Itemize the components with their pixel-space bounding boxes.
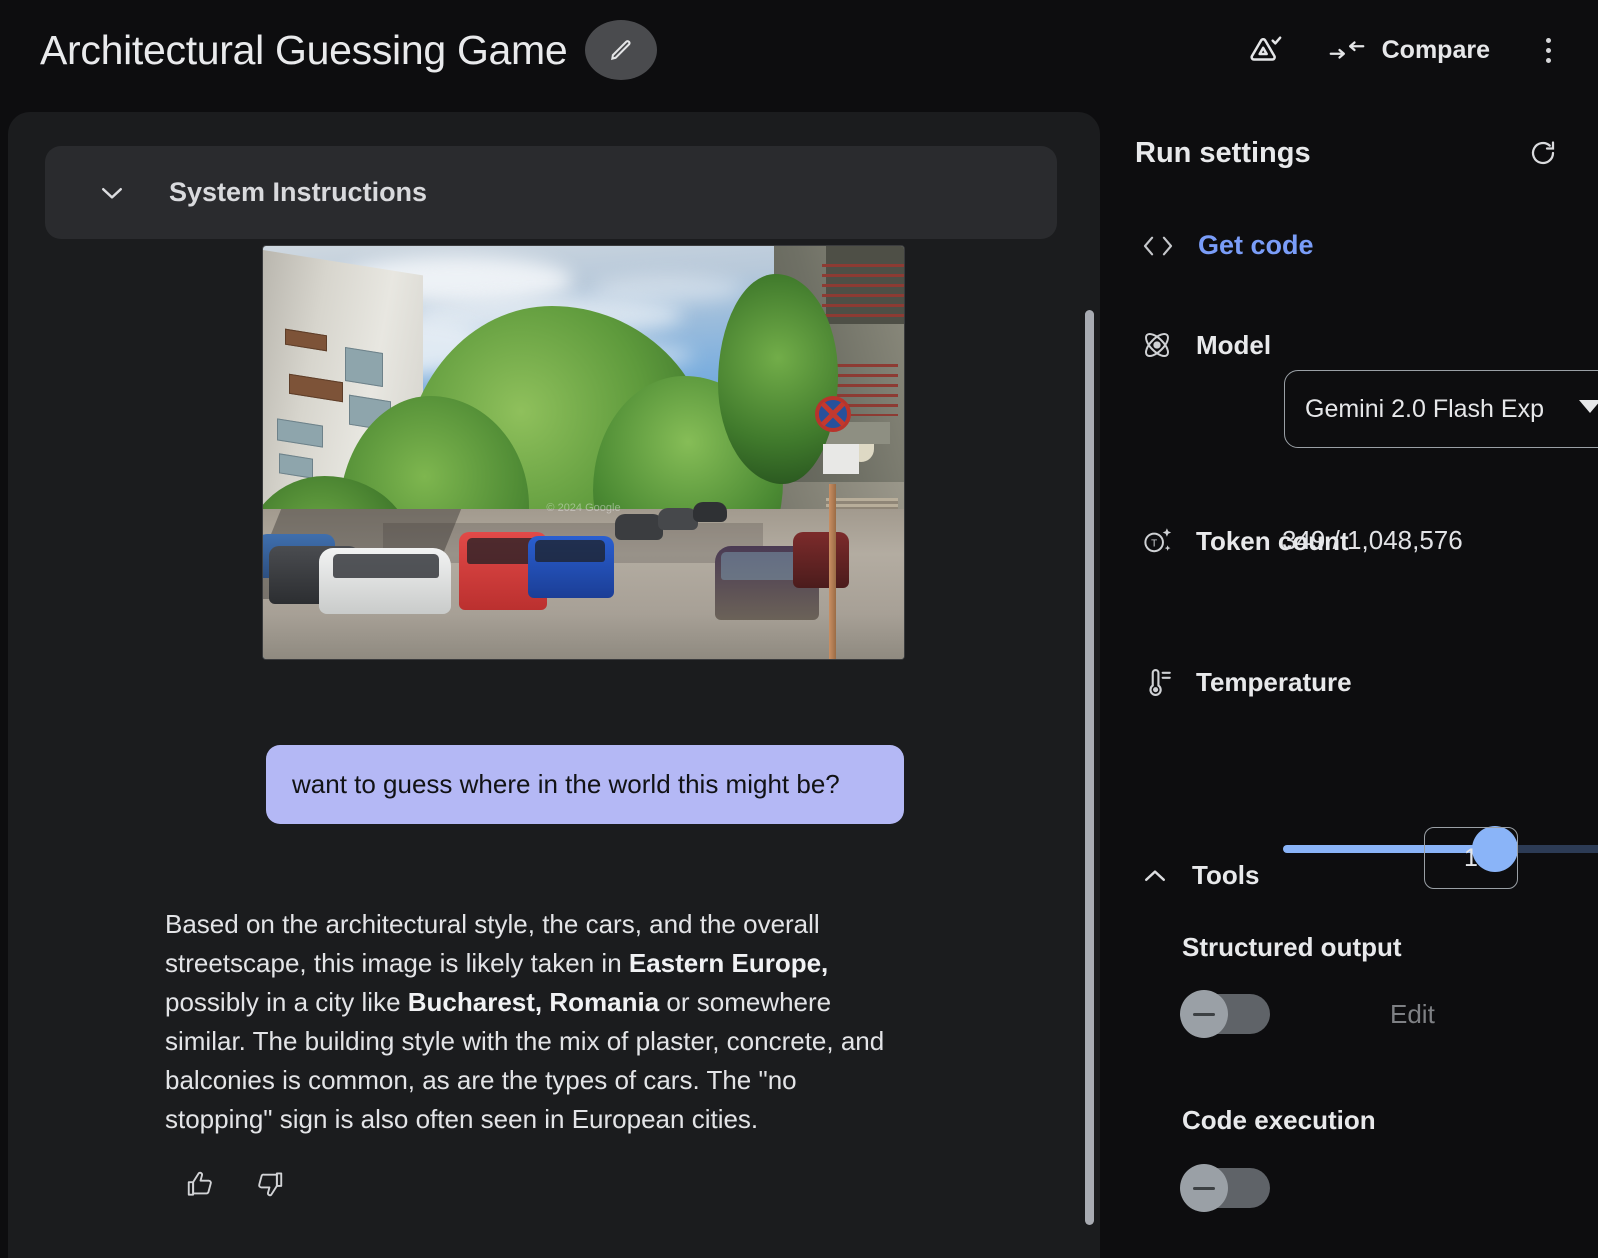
- car-window: [333, 554, 439, 578]
- get-code-label: Get code: [1198, 230, 1314, 260]
- structured-output-toggle[interactable]: [1180, 990, 1270, 1038]
- system-instructions-toggle[interactable]: System Instructions: [45, 146, 1057, 239]
- no-stopping-sign: [815, 396, 851, 432]
- car-window: [535, 540, 605, 562]
- temperature-section-header: Temperature: [1140, 665, 1352, 699]
- thumb-up-button[interactable]: [183, 1167, 217, 1201]
- chevron-up-icon: [1140, 866, 1170, 886]
- token-count-value: 349 / 1,048,576: [1282, 525, 1463, 555]
- balcony-railing: [822, 264, 904, 324]
- toggle-knob: [1180, 990, 1228, 1038]
- compare-arrows-icon: [1328, 35, 1366, 65]
- thumb-down-button[interactable]: [253, 1167, 287, 1201]
- window: [345, 346, 383, 388]
- car-far: [693, 502, 727, 522]
- conversation-scrollbar[interactable]: [1085, 310, 1094, 1225]
- chevron-down-icon: [97, 183, 127, 203]
- street-view-image: © 2024 Google: [262, 245, 905, 660]
- info-plate: [823, 444, 859, 474]
- car-dark-red: [793, 532, 849, 588]
- pencil-icon: [608, 37, 634, 63]
- structured-output-label: Structured output: [1182, 932, 1402, 962]
- tree-canopy: [718, 274, 838, 484]
- response-bold-2: Bucharest, Romania: [407, 987, 660, 1017]
- feedback-row: [183, 1167, 287, 1201]
- code-brackets-icon: [1140, 233, 1176, 259]
- user-message-bubble: want to guess where in the world this mi…: [266, 745, 904, 824]
- get-code-button[interactable]: Get code: [1140, 230, 1314, 261]
- drive-save-icon: [1246, 30, 1286, 70]
- code-execution-toggle[interactable]: [1180, 1164, 1270, 1212]
- reset-settings-button[interactable]: [1523, 133, 1563, 173]
- top-bar-actions: Compare: [1234, 0, 1576, 100]
- kebab-menu-icon: [1545, 37, 1551, 43]
- top-bar: Architectural Guessing Game Compare: [0, 0, 1598, 100]
- edit-title-button[interactable]: [585, 20, 658, 80]
- image-watermark: © 2024 Google: [546, 502, 621, 515]
- page-title: Architectural Guessing Game: [40, 26, 568, 73]
- refresh-icon: [1528, 138, 1558, 168]
- save-to-drive-button[interactable]: [1234, 18, 1298, 82]
- more-options-button[interactable]: [1520, 18, 1576, 82]
- user-message-text: want to guess where in the world this mi…: [292, 769, 840, 799]
- model-response: Based on the architectural style, the ca…: [165, 905, 910, 1139]
- car-far: [658, 508, 698, 530]
- code-execution-label: Code execution: [1182, 1105, 1376, 1135]
- compare-label: Compare: [1381, 35, 1490, 64]
- structured-output-edit-link[interactable]: Edit: [1390, 999, 1435, 1030]
- svg-text:T: T: [1151, 539, 1157, 550]
- response-part-2: possibly in a city like: [165, 987, 408, 1017]
- model-select[interactable]: Gemini 2.0 Flash Exp: [1284, 370, 1598, 448]
- thumb-up-icon: [185, 1169, 215, 1199]
- tools-section-header[interactable]: Tools: [1140, 860, 1259, 891]
- conversation-panel: System Instructions © 2024 Google want t…: [8, 112, 1100, 1258]
- run-settings-panel: Run settings Get code Model Gemini 2.0 F…: [1100, 100, 1598, 1258]
- caret-down-icon: [1579, 400, 1598, 413]
- response-bold-1: Eastern Europe,: [628, 948, 829, 978]
- model-section-header: Model: [1140, 328, 1271, 362]
- temperature-value-input[interactable]: 1: [1424, 827, 1518, 889]
- atom-model-icon: [1140, 328, 1174, 362]
- title-group: Architectural Guessing Game: [40, 20, 658, 80]
- compare-button[interactable]: Compare: [1320, 35, 1506, 65]
- thermometer-icon: [1140, 665, 1174, 699]
- tools-label: Tools: [1192, 860, 1260, 890]
- temperature-label: Temperature: [1196, 666, 1352, 697]
- token-sparkle-icon: T: [1140, 524, 1174, 558]
- system-instructions-label: System Instructions: [169, 177, 428, 207]
- car-far: [615, 514, 663, 540]
- model-selected-value: Gemini 2.0 Flash Exp: [1305, 394, 1544, 423]
- sign-pole: [829, 484, 836, 659]
- thumb-down-icon: [255, 1169, 285, 1199]
- run-settings-header: Run settings: [1135, 133, 1563, 173]
- toggle-knob: [1180, 1164, 1228, 1212]
- model-label: Model: [1196, 329, 1272, 360]
- run-settings-title: Run settings: [1135, 136, 1311, 169]
- cloud: [593, 276, 743, 302]
